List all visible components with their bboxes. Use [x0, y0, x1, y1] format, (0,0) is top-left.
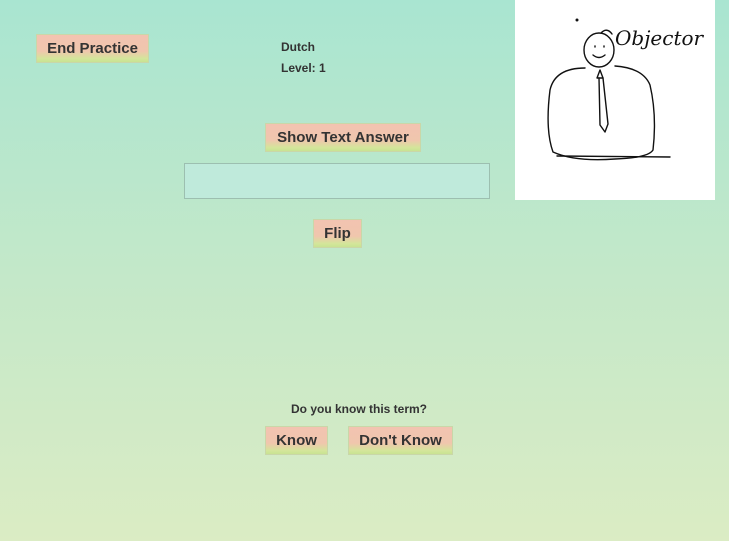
level-label: Level: 1 — [281, 61, 326, 75]
show-text-answer-label: Show Text Answer — [277, 129, 409, 146]
drawing-canvas[interactable]: Objector — [515, 0, 715, 200]
know-label: Know — [276, 432, 317, 449]
handwritten-text: Objector — [615, 26, 704, 50]
end-practice-label: End Practice — [47, 40, 138, 57]
flip-button[interactable]: Flip — [313, 219, 362, 248]
show-text-answer-button[interactable]: Show Text Answer — [265, 123, 421, 152]
end-practice-button[interactable]: End Practice — [36, 34, 149, 63]
know-question: Do you know this term? — [291, 402, 428, 416]
know-button[interactable]: Know — [265, 426, 328, 455]
dont-know-button[interactable]: Don't Know — [348, 426, 453, 455]
flip-label: Flip — [324, 225, 351, 242]
dont-know-label: Don't Know — [359, 432, 442, 449]
text-answer-field[interactable] — [184, 163, 490, 199]
language-label: Dutch — [281, 40, 315, 54]
